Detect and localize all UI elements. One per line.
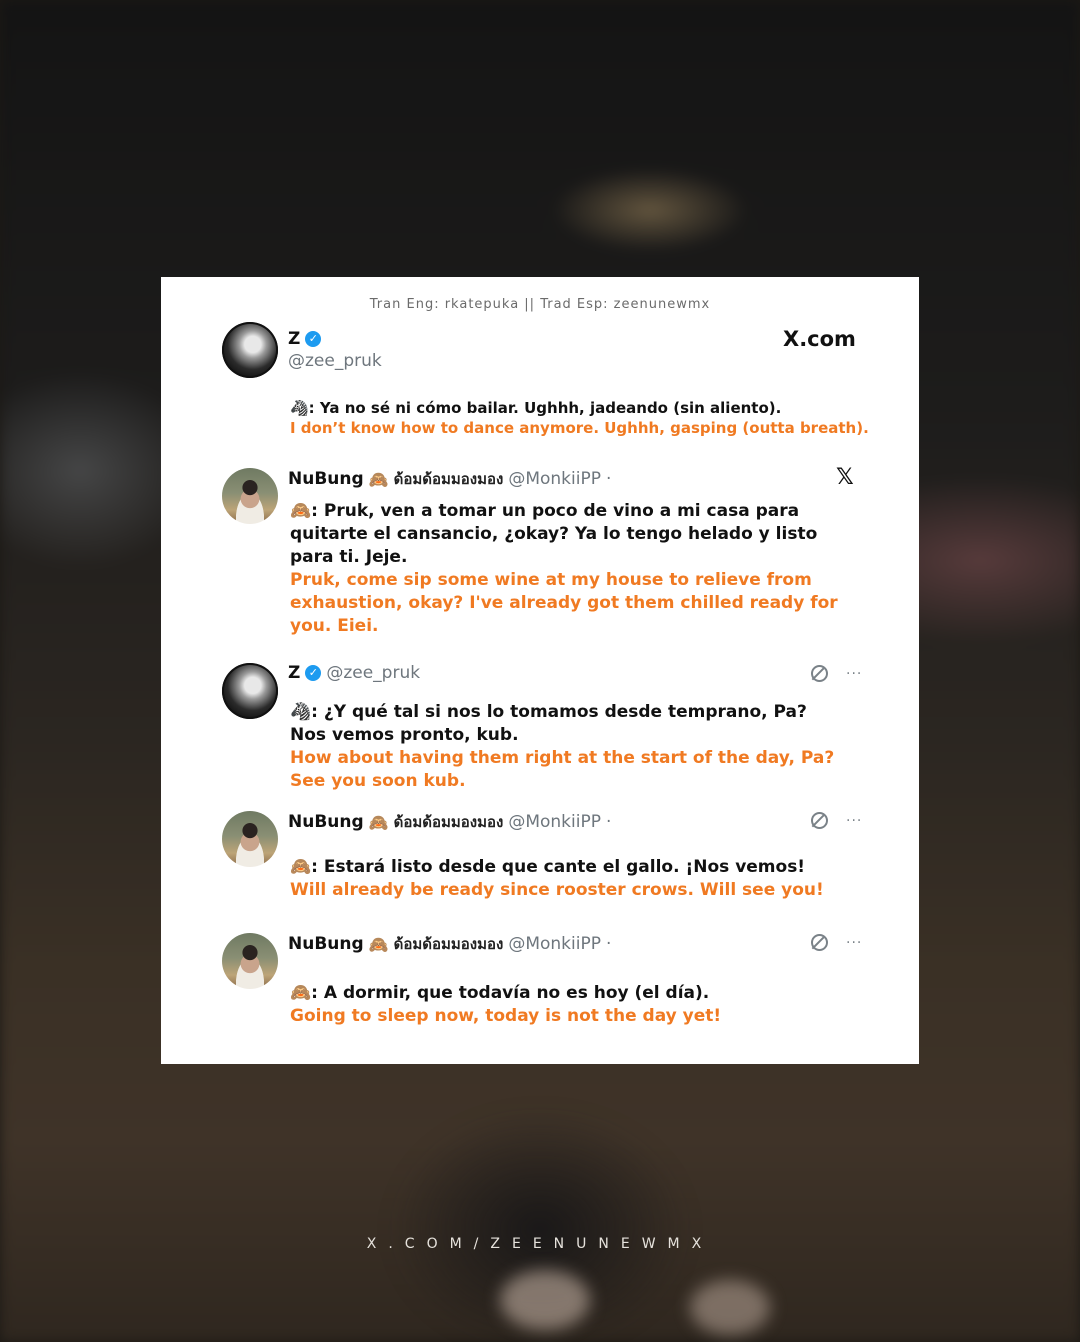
avatar-nubung[interactable] bbox=[222, 811, 278, 867]
refresh-icon[interactable] bbox=[811, 934, 828, 951]
author-thai-name: ด้อมด้อมมองมอง bbox=[393, 813, 504, 831]
author-name: NuBung bbox=[288, 934, 364, 954]
tweet-text: 🙈: Estará listo desde que cante el gallo… bbox=[290, 856, 890, 902]
monkey-emoji-icon: 🙈 bbox=[368, 812, 389, 832]
monkey-emoji-icon: 🙈 bbox=[368, 934, 389, 954]
text-es: 🙈: A dormir, que todavía no es hoy (el d… bbox=[290, 983, 710, 1003]
text-es: 🦓: Ya no sé ni cómo bailar. Ughhh, jadea… bbox=[290, 399, 782, 417]
text-es: quitarte el cansancio, ¿okay? Ya lo teng… bbox=[290, 524, 818, 544]
text-es: para ti. Jeje. bbox=[290, 547, 408, 567]
background-shoe bbox=[500, 1270, 590, 1330]
text-en: I don’t know how to dance anymore. Ughhh… bbox=[290, 419, 869, 437]
avatar-nubung[interactable] bbox=[222, 933, 278, 989]
text-en: How about having them right at the start… bbox=[290, 748, 835, 768]
tweet-text: 🦓: Ya no sé ni cómo bailar. Ughhh, jadea… bbox=[290, 398, 890, 438]
text-es: 🙈: Pruk, ven a tomar un poco de vino a m… bbox=[290, 501, 800, 521]
author-thai-name: ด้อมด้อมมองมอง bbox=[393, 470, 504, 488]
text-en: See you soon kub. bbox=[290, 771, 466, 791]
author-name: NuBung bbox=[288, 812, 364, 832]
tweet-actions: ··· bbox=[811, 665, 862, 682]
author-thai-name: ด้อมด้อมมองมอง bbox=[393, 935, 504, 953]
author-handle: @MonkiiPP bbox=[508, 934, 601, 954]
text-es: Nos vemos pronto, kub. bbox=[290, 725, 519, 745]
footer-link[interactable]: X.COM/ZEENUNEWMX bbox=[0, 1236, 1080, 1252]
more-icon[interactable]: ··· bbox=[846, 666, 862, 682]
separator-dot: · bbox=[605, 812, 612, 832]
text-en: exhaustion, okay? I've already got them … bbox=[290, 593, 838, 613]
translation-credit: Tran Eng: rkatepuka || Trad Esp: zeenune… bbox=[369, 297, 711, 312]
tweet-collage-card: Tran Eng: rkatepuka || Trad Esp: zeenune… bbox=[161, 277, 919, 1064]
refresh-icon[interactable] bbox=[811, 665, 828, 682]
tweet-text: 🙈: Pruk, ven a tomar un poco de vino a m… bbox=[290, 500, 890, 638]
author-name: Z bbox=[288, 329, 301, 349]
author-handle[interactable]: @zee_pruk bbox=[288, 351, 382, 371]
more-icon[interactable]: ··· bbox=[846, 935, 862, 951]
monkey-emoji-icon: 🙈 bbox=[368, 469, 389, 489]
verified-badge-icon: ✓ bbox=[305, 331, 322, 347]
tweet-author[interactable]: Z ✓ bbox=[288, 329, 322, 349]
verified-badge-icon: ✓ bbox=[305, 665, 322, 681]
tweet-actions: ··· bbox=[811, 812, 862, 829]
separator-dot: · bbox=[605, 934, 612, 954]
separator-dot: · bbox=[605, 469, 612, 489]
text-en: you. Eiei. bbox=[290, 616, 379, 636]
avatar-z[interactable] bbox=[222, 322, 278, 378]
xcom-logo: X.com bbox=[783, 327, 856, 351]
tweet-text: 🦓: ¿Y qué tal si nos lo tomamos desde te… bbox=[290, 701, 890, 793]
more-icon[interactable]: ··· bbox=[846, 813, 862, 829]
tweet-author[interactable]: NuBung 🙈 ด้อมด้อมมองมอง @MonkiiPP · bbox=[288, 932, 611, 956]
text-en: Pruk, come sip some wine at my house to … bbox=[290, 570, 812, 590]
refresh-icon[interactable] bbox=[811, 812, 828, 829]
author-name: Z bbox=[288, 663, 301, 683]
tweet-author[interactable]: NuBung 🙈 ด้อมด้อมมองมอง @MonkiiPP · bbox=[288, 467, 611, 491]
author-name: NuBung bbox=[288, 469, 364, 489]
background-shoe bbox=[690, 1280, 770, 1335]
tweet-author[interactable]: Z ✓ @zee_pruk bbox=[288, 663, 420, 683]
text-es: 🙈: Estará listo desde que cante el gallo… bbox=[290, 857, 806, 877]
tweet-author[interactable]: NuBung 🙈 ด้อมด้อมมองมอง @MonkiiPP · bbox=[288, 810, 611, 834]
avatar-nubung[interactable] bbox=[222, 468, 278, 524]
author-handle: @MonkiiPP bbox=[508, 469, 601, 489]
text-en: Will already be ready since rooster crow… bbox=[290, 880, 824, 900]
x-logo-icon[interactable]: 𝕏 bbox=[836, 465, 854, 490]
author-handle: @zee_pruk bbox=[326, 663, 421, 683]
author-handle: @MonkiiPP bbox=[508, 812, 601, 832]
text-en: Going to sleep now, today is not the day… bbox=[290, 1006, 722, 1026]
avatar-z[interactable] bbox=[222, 663, 278, 719]
tweet-text: 🙈: A dormir, que todavía no es hoy (el d… bbox=[290, 982, 890, 1028]
text-es: 🦓: ¿Y qué tal si nos lo tomamos desde te… bbox=[290, 702, 807, 722]
tweet-actions: ··· bbox=[811, 934, 862, 951]
